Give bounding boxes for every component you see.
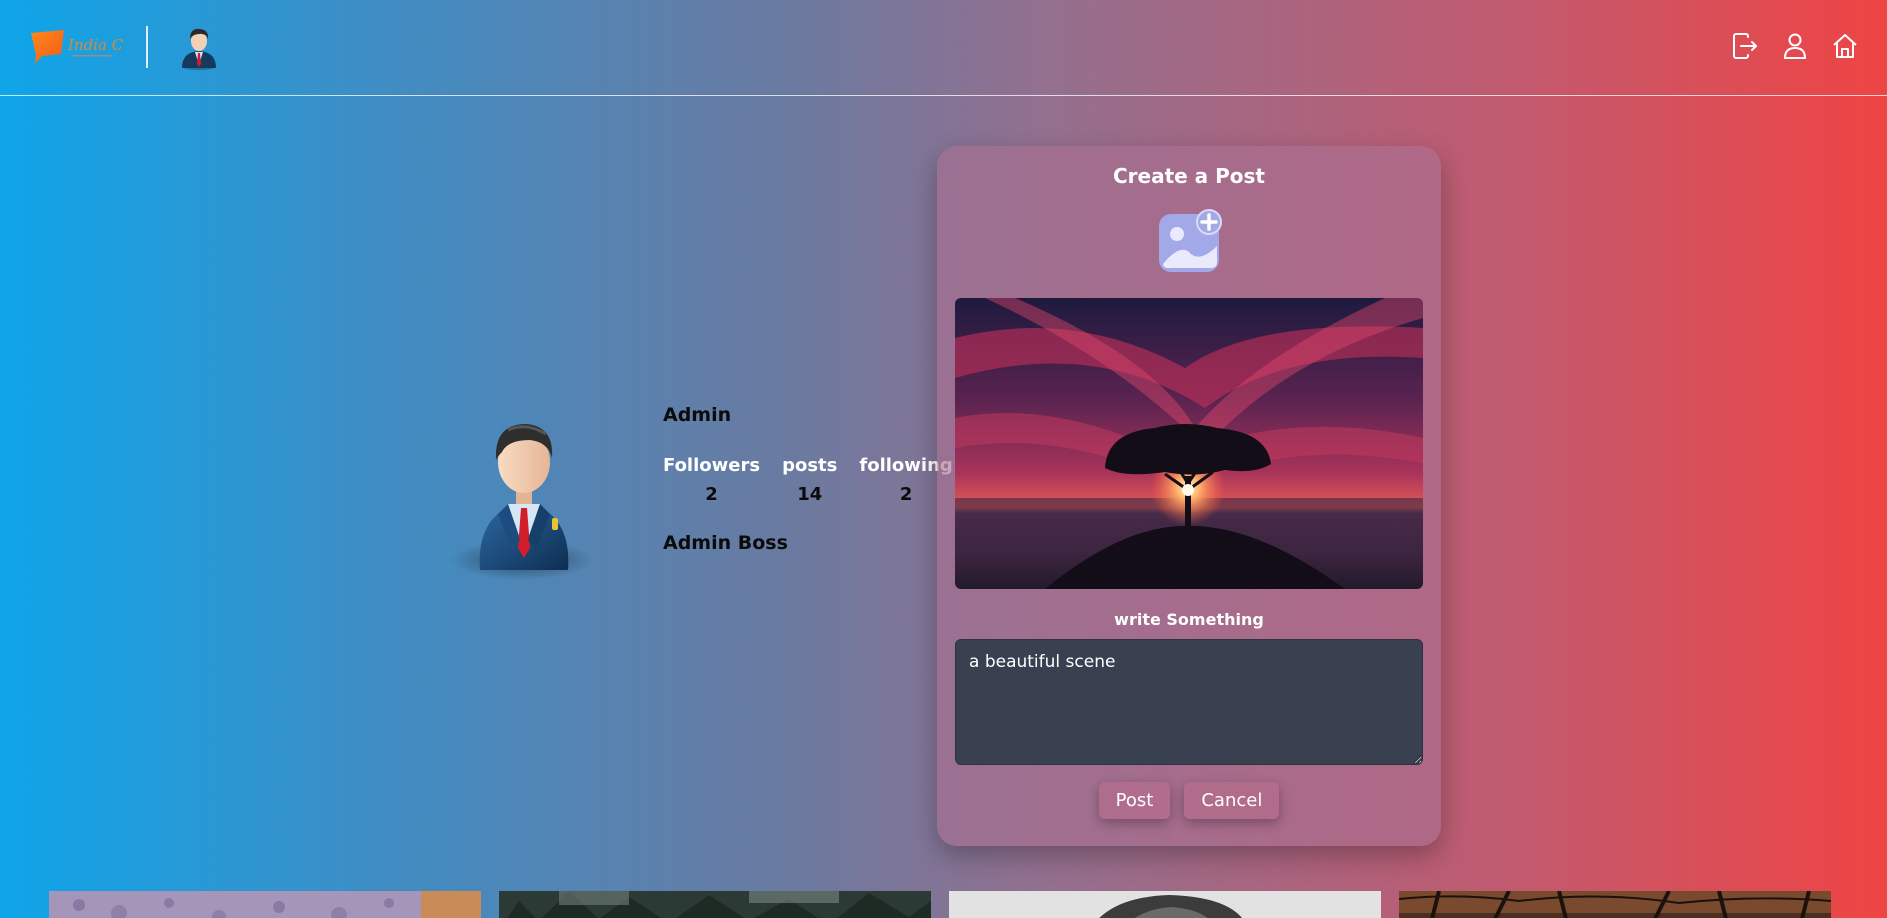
post-thumbnail[interactable] [1399,891,1831,918]
stat-label: posts [782,455,838,476]
post-thumbnail[interactable] [949,891,1381,918]
cancel-button[interactable]: Cancel [1184,782,1280,819]
top-navbar: India C [0,0,1887,96]
logout-icon[interactable] [1731,32,1759,60]
stat-value: 2 [705,484,718,505]
add-image-icon[interactable] [1157,208,1223,274]
profile-icon[interactable] [1781,32,1809,60]
home-icon[interactable] [1831,32,1859,60]
write-label: write Something [1114,610,1264,629]
post-button[interactable]: Post [1098,782,1171,819]
create-post-title: Create a Post [1112,164,1265,188]
stat-label: Followers [663,455,761,476]
profile-avatar [450,400,610,580]
post-text-input[interactable]: a beautiful scene [955,639,1423,765]
post-actions: Post Cancel [937,782,1441,819]
profile-stats: Followers 2 posts 14 following 2 [663,455,953,505]
nav-user-avatar[interactable] [176,24,222,70]
logo-divider [146,26,148,68]
post-thumbnail[interactable] [499,891,931,918]
brand-logo[interactable]: India C [30,30,126,66]
create-post-card: Create a Post write Something a beautifu… [937,146,1441,846]
profile-name: Admin [663,404,732,426]
nav-actions [1731,32,1859,60]
stat-value: 14 [797,484,823,505]
profile-bio: Admin Boss [663,532,788,554]
stat-posts[interactable]: posts 14 [782,455,837,505]
stat-followers[interactable]: Followers 2 [663,455,760,505]
post-thumbnail[interactable] [49,891,481,918]
post-preview-image [955,298,1423,589]
svg-text:India C: India C [67,36,124,54]
